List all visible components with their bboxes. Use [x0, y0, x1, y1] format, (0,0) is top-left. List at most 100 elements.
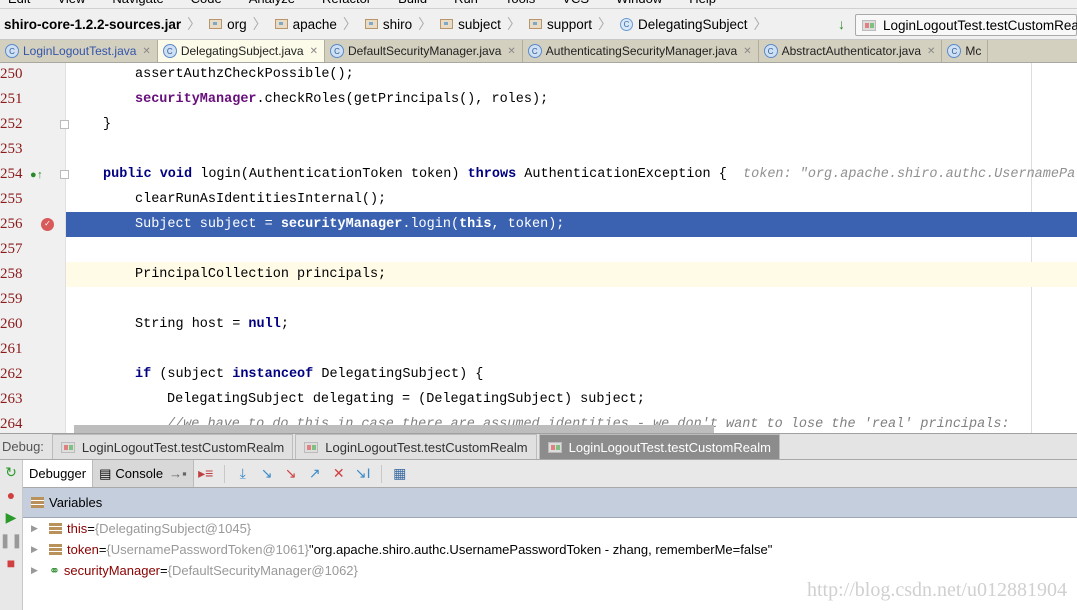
breadcrumb-shiro[interactable]: shiro 〉 [361, 14, 436, 34]
close-icon[interactable]: ✕ [927, 46, 935, 57]
breadcrumb-label: shiro [382, 16, 413, 32]
folder-icon [528, 19, 542, 29]
drop-frame-icon[interactable]: ✕ [328, 465, 350, 482]
tab-mc[interactable]: C Mc [942, 40, 989, 62]
code-token: securityManager [280, 217, 403, 232]
tab-delegatingsubject-java[interactable]: C DelegatingSubject.java ✕ [157, 40, 325, 62]
close-icon[interactable]: ✕ [743, 46, 751, 57]
close-icon[interactable]: ✕ [310, 46, 318, 57]
menu-window[interactable]: Window [608, 0, 662, 7]
code-editor[interactable]: 250 assertAuthzCheckPossible(); 251 securit… [0, 63, 1077, 433]
debug-side-toolbar: ↻ ● ▶ ❚❚ ■ [0, 460, 23, 610]
debug-session-tab[interactable]: LoginLogoutTest.testCustomRealm [51, 434, 294, 459]
menu-build[interactable]: Build [390, 0, 427, 7]
pause-icon[interactable]: ❚❚ [0, 532, 23, 549]
variable-name: securityManager [63, 563, 161, 578]
tab-defaultsecuritymanager-java[interactable]: C DefaultSecurityManager.java ✕ [325, 40, 523, 62]
close-icon[interactable]: ✕ [507, 46, 515, 57]
tab-abstractauthenticator-java[interactable]: C AbstractAuthenticator.java ✕ [759, 40, 943, 62]
resume-icon[interactable]: ▶ [6, 509, 17, 526]
menu-vcs[interactable]: VCS [554, 0, 589, 7]
code-token: if [135, 367, 160, 382]
code-line: 256 ✓ Subject subject = securityManager.lo… [0, 212, 1077, 237]
step-out-icon[interactable]: ↗ [304, 465, 326, 482]
variable-icon [49, 544, 62, 555]
tab-label: DefaultSecurityManager.java [347, 44, 502, 58]
horizontal-scrollbar[interactable] [74, 425, 714, 433]
line-number: 250 [0, 63, 28, 87]
code-token: public void [103, 167, 201, 182]
junit-icon [547, 441, 562, 453]
breadcrumb-root[interactable]: shiro-core-1.2.2-sources.jar 〉 [0, 14, 205, 34]
fold-icon[interactable] [60, 120, 69, 129]
code-line: 263 DelegatingSubject delegating = (Deleg… [0, 387, 1077, 412]
variables-icon [31, 497, 44, 508]
expand-arrow-icon[interactable]: ▶ [31, 565, 49, 576]
menu-help[interactable]: Help [681, 0, 716, 7]
breadcrumb-label: apache [292, 16, 337, 32]
close-icon[interactable]: ✕ [142, 46, 150, 57]
fold-icon[interactable] [60, 170, 69, 179]
sort-binary-icon[interactable]: ↓ [838, 16, 845, 32]
tab-loginlogouttest-java[interactable]: C LoginLogoutTest.java ✕ [0, 40, 158, 62]
force-step-into-icon[interactable]: ↘ [280, 465, 302, 482]
code-text: } [103, 112, 111, 137]
code-token: Subject subject = [135, 217, 281, 232]
debug-session-tab[interactable]: LoginLogoutTest.testCustomRealm [538, 434, 780, 459]
code-line: 262 if (subject instanceof DelegatingSubj… [0, 362, 1077, 387]
code-token: this [459, 217, 492, 232]
menu-edit[interactable]: Edit [0, 0, 30, 7]
junit-icon [60, 441, 75, 453]
stop-icon[interactable]: ■ [7, 555, 15, 571]
junit-icon [304, 441, 319, 453]
breakpoint-icon[interactable]: ✓ [41, 218, 54, 231]
line-number: 264 [0, 412, 28, 433]
line-number: 254 [0, 162, 28, 187]
tab-debugger[interactable]: Debugger [23, 460, 93, 487]
variable-row[interactable]: ▶ token = {UsernamePasswordToken@1061} "o… [23, 539, 1077, 560]
implements-method-icon[interactable]: ●↑ [30, 164, 43, 189]
menu-bar: Edit View Navigate Code Analyze Refactor Build… [0, 0, 1077, 7]
menu-run[interactable]: Run [446, 0, 478, 7]
menu-navigate[interactable]: Navigate [104, 0, 163, 7]
breadcrumb: shiro-core-1.2.2-sources.jar 〉 org 〉 apache… [0, 8, 1077, 40]
step-over-icon[interactable]: ⤓ [232, 465, 254, 482]
breadcrumb-org[interactable]: org 〉 [205, 14, 271, 34]
variable-row[interactable]: ▶ ⚭ securityManager = {DefaultSecurityMana… [23, 560, 1077, 581]
tab-console[interactable]: ▤ Console →▪ [92, 460, 194, 487]
evaluate-expression-icon[interactable]: ▦ [389, 465, 411, 482]
debug-session-tab[interactable]: LoginLogoutTest.testCustomRealm [295, 434, 537, 459]
menu-tools[interactable]: Tools [497, 0, 535, 7]
expand-arrow-icon[interactable]: ▶ [31, 523, 49, 534]
step-into-icon[interactable]: ↘ [256, 465, 278, 482]
breadcrumb-subject[interactable]: subject 〉 [436, 14, 525, 34]
chevron-right-icon: 〉 [597, 16, 612, 32]
code-token: DelegatingSubject) { [321, 367, 484, 382]
menu-view[interactable]: View [49, 0, 85, 7]
breadcrumb-support[interactable]: support 〉 [525, 14, 616, 34]
editor-tabs: C LoginLogoutTest.java ✕ C DelegatingSubject… [0, 40, 1077, 63]
code-text: DelegatingSubject delegating = (Delegati… [167, 387, 645, 412]
rerun-icon[interactable]: ↻ [5, 464, 17, 481]
breadcrumb-class[interactable]: C DelegatingSubject 〉 [616, 14, 772, 34]
menu-code[interactable]: Code [183, 0, 222, 7]
expand-arrow-icon[interactable]: ▶ [31, 544, 49, 555]
chevron-right-icon: 〉 [342, 16, 357, 32]
tab-authenticatingsecuritymanager-java[interactable]: C AuthenticatingSecurityManager.java ✕ [523, 40, 759, 62]
variable-name: this [67, 521, 88, 536]
show-execution-point-icon[interactable]: ▸≡ [195, 465, 217, 482]
code-token: null [248, 317, 281, 332]
menu-analyze[interactable]: Analyze [241, 0, 295, 7]
view-breakpoints-error-icon[interactable]: ● [7, 487, 15, 503]
run-to-cursor-icon[interactable]: ↘I [352, 465, 374, 482]
code-token: login(AuthenticationToken token) [200, 167, 468, 182]
breadcrumb-apache[interactable]: apache 〉 [271, 14, 361, 34]
line-number: 259 [0, 287, 28, 312]
code-token: token: "org.apache.shiro.authc.UsernameP… [743, 167, 1076, 182]
variable-row[interactable]: ▶ this = {DelegatingSubject@1045} [23, 518, 1077, 539]
class-icon: C [619, 17, 633, 31]
debugger-toolbar: Debugger ▤ Console →▪ ▸≡ ⤓ ↘ ↘ ↗ ✕ ↘I ▦ [23, 460, 1077, 488]
run-config-select[interactable]: LoginLogoutTest.testCustomRealm [855, 14, 1077, 36]
chevron-right-icon: 〉 [506, 16, 521, 32]
menu-refactor[interactable]: Refactor [314, 0, 371, 7]
